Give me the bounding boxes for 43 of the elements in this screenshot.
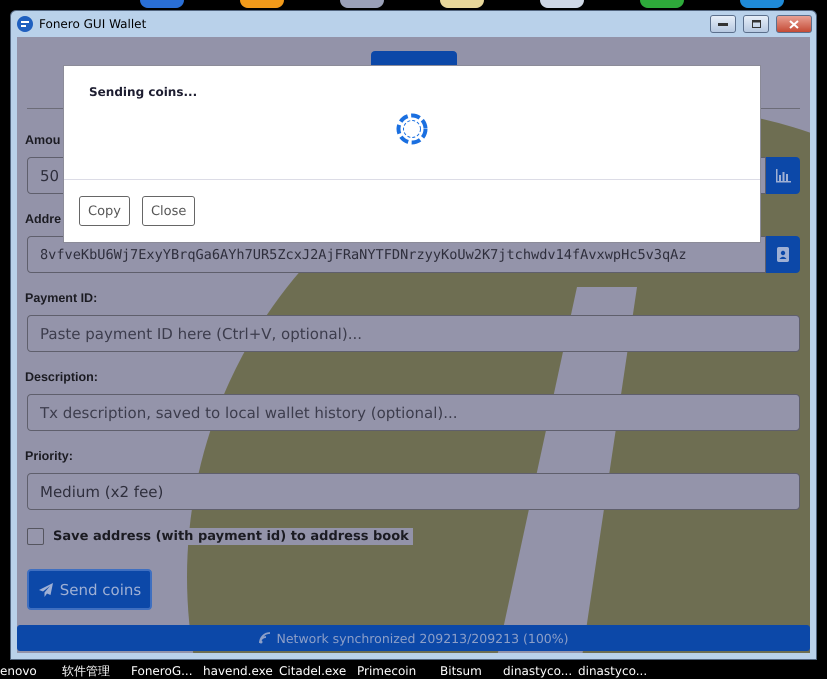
fee-chart-button[interactable] xyxy=(766,157,800,194)
close-button[interactable] xyxy=(776,15,812,33)
taskbar-label[interactable]: Bitsum xyxy=(440,664,503,678)
address-book-button[interactable] xyxy=(766,236,800,273)
taskbar-label[interactable]: dinastyco... xyxy=(503,664,578,678)
field-label: Addre xyxy=(25,211,62,227)
taskbar-label[interactable]: enovo xyxy=(0,664,62,678)
dialog-title: Sending coins... xyxy=(89,85,198,99)
field-label: Priority: xyxy=(25,448,73,464)
field-label: Payment ID: xyxy=(25,290,98,306)
input-field[interactable]: Tx description, saved to local wallet history (optional)... xyxy=(27,394,800,431)
taskbar-label[interactable]: dinastyco... xyxy=(578,664,658,678)
checkbox[interactable] xyxy=(27,528,44,544)
taskbar-label[interactable]: havend.exe xyxy=(203,664,279,678)
paper-plane-icon xyxy=(38,582,54,598)
bar-chart-icon xyxy=(775,168,791,182)
contact-book-icon xyxy=(776,247,790,262)
loading-spinner-icon xyxy=(396,113,428,145)
window-title: Fonero GUI Wallet xyxy=(39,17,148,31)
send-coins-button[interactable]: Send coins xyxy=(27,569,152,610)
maximize-icon xyxy=(752,20,760,28)
desktop-icon[interactable] xyxy=(240,0,284,8)
dialog-button[interactable]: Close xyxy=(142,196,196,226)
close-icon xyxy=(789,20,799,28)
app-logo-icon xyxy=(17,16,33,32)
taskbar-label[interactable]: Primecoin xyxy=(357,664,440,678)
taskbar-label[interactable]: Citadel.exe xyxy=(279,664,357,678)
desktop-icon[interactable] xyxy=(440,0,484,8)
taskbar-label[interactable]: FoneroG... xyxy=(131,664,203,678)
desktop-icon[interactable] xyxy=(540,0,584,8)
minimize-icon xyxy=(718,22,728,26)
field-label: Amou xyxy=(25,132,60,148)
minimize-button[interactable] xyxy=(710,15,736,33)
input-field[interactable]: Paste payment ID here (Ctrl+V, optional)... xyxy=(27,315,800,352)
field-label: Description: xyxy=(25,369,98,385)
maximize-button[interactable] xyxy=(743,15,769,33)
desktop-icon[interactable] xyxy=(640,0,684,8)
signal-icon xyxy=(258,632,271,644)
priority-select[interactable]: Medium (x2 fee) xyxy=(27,473,800,510)
status-text: Network synchronized 209213/209213 (100%) xyxy=(276,630,568,646)
desktop-icon[interactable] xyxy=(340,0,384,8)
dialog-button[interactable]: Copy xyxy=(79,196,130,226)
taskbar-label[interactable]: 软件管理 xyxy=(62,662,131,679)
